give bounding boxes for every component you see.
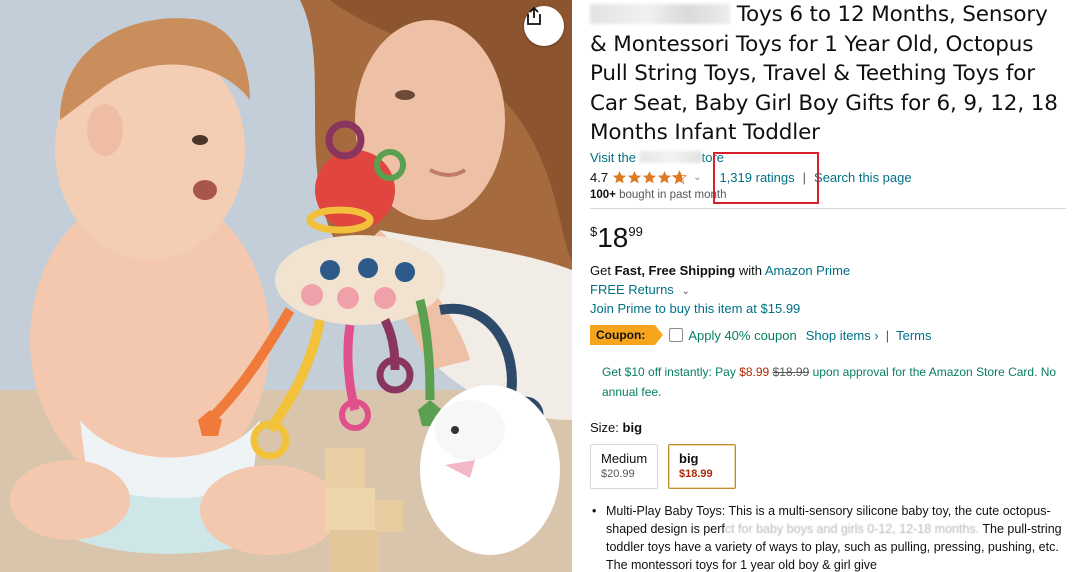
feature-bullets: Multi-Play Baby Toys: This is a multi-se…: [590, 502, 1066, 572]
rating-value: 4.7: [590, 169, 609, 185]
apply-coupon-label[interactable]: Apply 40% coupon: [688, 328, 796, 343]
amazon-prime-link[interactable]: Amazon Prime: [765, 263, 850, 278]
share-icon: [527, 6, 541, 25]
size-option-name: Medium: [601, 451, 648, 466]
redacted-store-name: [639, 151, 702, 163]
divider: [590, 208, 1066, 209]
bought-in-past-month: 100+ bought in past month: [590, 189, 727, 201]
terms-link[interactable]: Terms: [896, 328, 931, 343]
product-title: Toys 6 to 12 Months, Sensory & Montessor…: [590, 0, 1070, 148]
product-photo-illustration: [0, 0, 572, 572]
free-returns-link[interactable]: FREE Returns ⌄: [590, 282, 690, 297]
price-whole: 18: [597, 222, 629, 253]
shop-items-link[interactable]: Shop items ›: [806, 328, 879, 343]
redacted-brand: [590, 4, 730, 24]
product-image[interactable]: [0, 0, 572, 572]
size-option-big[interactable]: big $18.99: [668, 444, 736, 489]
size-option-name: big: [679, 451, 699, 466]
star-half-icon: [672, 169, 688, 184]
separator: |: [885, 327, 890, 343]
apply-coupon-checkbox[interactable]: [669, 328, 684, 342]
size-option-medium[interactable]: Medium $20.99: [590, 444, 658, 489]
blurred-text: ct for baby boys and girls 0-12, 12-18 m…: [724, 522, 980, 536]
size-option-price: $18.99: [679, 468, 713, 480]
visit-store-link[interactable]: Visit the tore: [590, 150, 724, 165]
chevron-down-icon: ⌄: [681, 286, 690, 297]
offer-old-price: $18.99: [772, 365, 810, 379]
price: $1899: [590, 222, 643, 254]
price-fraction: 99: [628, 224, 643, 239]
coupon-row: Coupon: Apply 40% coupon Shop items › | …: [590, 324, 932, 346]
list-item: Multi-Play Baby Toys: This is a multi-se…: [590, 502, 1066, 572]
star-full-icon: [657, 170, 672, 183]
highlight-annotation-box: [713, 152, 819, 204]
star-full-icon: [612, 170, 627, 183]
offer-new-price: $8.99: [739, 365, 770, 379]
join-prime-link[interactable]: Join Prime to buy this item at $15.99: [590, 301, 800, 316]
shipping-info: Get Fast, Free Shipping with Amazon Prim…: [590, 263, 851, 278]
selected-size: big: [622, 420, 643, 435]
star-full-icon: [642, 170, 657, 183]
star-full-icon: [627, 170, 642, 183]
fast-free-shipping: Fast, Free Shipping: [614, 263, 736, 278]
star-rating[interactable]: [612, 169, 688, 185]
share-button[interactable]: [524, 6, 564, 46]
size-option-price: $20.99: [601, 468, 635, 480]
coupon-badge: Coupon:: [590, 325, 664, 345]
store-card-offer[interactable]: Get $10 off instantly: Pay $8.99 $18.99 …: [602, 362, 1062, 402]
search-this-page-link[interactable]: Search this page: [814, 170, 912, 185]
chevron-down-icon[interactable]: ⌄: [693, 172, 701, 183]
size-label: Size: big: [590, 420, 643, 435]
